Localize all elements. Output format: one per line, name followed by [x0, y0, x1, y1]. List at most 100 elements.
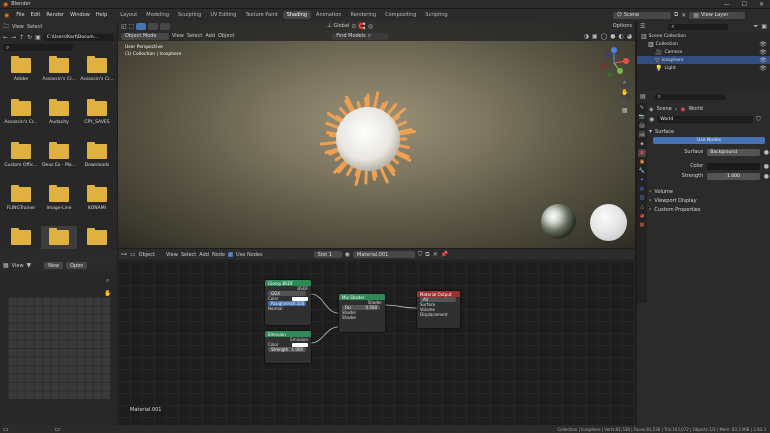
path-field[interactable]: C:\Users\Kart\Docum... [43, 34, 114, 41]
menu-file[interactable]: File [13, 12, 27, 18]
tab-texture-paint[interactable]: Texture Paint [241, 11, 281, 19]
tab-animation[interactable]: Animation [312, 11, 346, 19]
object-tab-icon[interactable]: ▣ [638, 158, 646, 166]
outliner-item-collection[interactable]: ▥ Collection 👁 [637, 40, 770, 48]
menu-help[interactable]: Help [93, 12, 110, 18]
uv-grid[interactable] [8, 297, 110, 399]
outliner-item-icosphere[interactable]: ▽ Icosphere 👁 [637, 56, 770, 64]
camera-view-icon[interactable]: 🎥 [621, 98, 628, 105]
delete-scene-icon[interactable]: ✕ [681, 12, 686, 19]
fb-view-menu[interactable]: View [12, 24, 24, 30]
vp-view-menu[interactable]: View [172, 33, 184, 39]
tab-layout[interactable]: Layout [116, 11, 141, 19]
panel-volume[interactable]: › Volume [649, 187, 769, 196]
filter-icon[interactable]: ⏷ [754, 23, 759, 31]
view-layer-tab-icon[interactable]: 🖼 [638, 131, 646, 139]
glossy-bsdf-node[interactable]: Glossy BSDF BSDF GGX Color Roughness 0.50… [265, 280, 311, 325]
folder-item[interactable]: FLINGTrainer [3, 183, 39, 226]
tab-modeling[interactable]: Modeling [142, 11, 173, 19]
forward-icon[interactable]: → [11, 34, 16, 41]
emission-color-swatch[interactable] [292, 342, 308, 347]
minimize-icon[interactable]: — [724, 1, 730, 8]
physics-tab-icon[interactable]: ◍ [638, 185, 646, 193]
world-strength-field[interactable]: 1.000 [707, 172, 760, 180]
shader-node-editor[interactable]: ⊶ ▭ Object View Select Add Node ✓ Use No… [118, 249, 635, 425]
view-layer-selector[interactable]: ▤ View Layer [689, 11, 746, 19]
menu-render[interactable]: Render [43, 12, 67, 18]
outliner-item-light[interactable]: 💡 Light 👁 [637, 64, 770, 72]
tab-shading[interactable]: Shading [282, 11, 312, 19]
maximize-icon[interactable]: ☐ [742, 1, 747, 8]
world-browse-icon[interactable]: ◉ [649, 116, 654, 123]
new-collection-icon[interactable]: ▣ [761, 23, 767, 30]
output-tab-icon[interactable]: 🖨 [638, 122, 646, 130]
shading-material-icon[interactable]: ◐ [619, 33, 624, 40]
outliner-search-input[interactable]: ⌕ [668, 23, 729, 30]
shading-solid-icon[interactable]: ● [610, 33, 615, 40]
outliner-scene-collection[interactable]: ▥ Scene Collection [637, 32, 770, 40]
refresh-icon[interactable]: ↻ [27, 34, 32, 41]
open-image-button[interactable]: Open [66, 262, 88, 269]
new-folder-icon[interactable]: ▣ [35, 34, 41, 41]
editor-type-icon[interactable]: 🗀 [3, 22, 9, 32]
select-mode-new-icon[interactable] [136, 22, 147, 30]
overlay-icon[interactable]: ◑ [584, 33, 589, 40]
mode-dropdown[interactable]: Object Mode [121, 32, 169, 40]
menu-edit[interactable]: Edit [28, 12, 44, 18]
folder-item[interactable]: Deus Ex - Ma... [41, 140, 77, 183]
folder-item[interactable]: Custom Offic... [3, 140, 39, 183]
data-tab-icon[interactable]: △ [638, 203, 646, 211]
properties-type-icon[interactable]: ▤ [640, 93, 646, 100]
tab-compositing[interactable]: Compositing [381, 11, 420, 19]
pan-hand-icon[interactable]: ✋ [621, 89, 628, 96]
folder-item[interactable]: KONAMI [79, 183, 115, 226]
snap-icon[interactable]: 🧲 [358, 23, 365, 30]
tab-scripting[interactable]: Scripting [421, 11, 451, 19]
ie-view-menu[interactable]: View [12, 263, 24, 269]
fb-search-input[interactable]: ⌕ [3, 44, 73, 51]
scene-selector[interactable]: ⛭ Scene [613, 11, 671, 19]
back-icon[interactable]: ← [3, 34, 8, 41]
vp-add-menu[interactable]: Add [205, 33, 215, 39]
modifier-tab-icon[interactable]: 🔧 [638, 167, 646, 175]
tab-uv-editing[interactable]: UV Editing [206, 11, 240, 19]
ie-zoom-icon[interactable]: ⌕ [104, 277, 111, 285]
tab-sculpting[interactable]: Sculpting [174, 11, 205, 19]
outliner-type-icon[interactable]: ☰ [640, 23, 645, 30]
shading-wire-icon[interactable]: ◯ [601, 33, 608, 40]
properties-search-input[interactable]: ⌕ [654, 93, 725, 100]
folder-item[interactable]: CPY_SAVES [79, 97, 115, 140]
surface-link-icon[interactable]: ● [764, 149, 769, 156]
fb-select-menu[interactable]: Select [27, 24, 42, 30]
scene-tab-icon[interactable]: ◈ [638, 140, 646, 148]
find-models-search[interactable]: Find Models ⌕ [332, 32, 389, 40]
xray-icon[interactable]: ▣ [592, 33, 598, 40]
world-name-field[interactable]: World [657, 116, 754, 123]
panel-custom-properties[interactable]: › Custom Properties [649, 205, 769, 214]
panel-viewport-display[interactable]: › Viewport Display [649, 196, 769, 205]
parent-folder-icon[interactable]: ↑ [19, 34, 24, 41]
material-output-node[interactable]: Material Output All Surface Volume Displ… [417, 291, 460, 328]
surface-panel-header[interactable]: ▾ Surface [649, 127, 769, 136]
copy-scene-icon[interactable]: ⧉ [674, 11, 678, 19]
world-use-nodes-button[interactable]: Use Nodes [653, 137, 765, 144]
3d-viewport[interactable]: ◱ ⬚ ⟂ Global ⊙ 🧲 ◎ Options Object Mode V… [118, 21, 635, 248]
glossy-color-swatch[interactable] [292, 296, 308, 301]
emission-node[interactable]: Emission Emission Color Strength 1.000 [265, 331, 311, 363]
tool-tab-icon[interactable]: ✎ [638, 104, 646, 112]
visibility-eye-icon[interactable]: 👁 [759, 65, 767, 72]
close-icon[interactable]: ✕ [759, 1, 764, 8]
folder-item[interactable]: Assassin's Cr... [3, 97, 39, 140]
visibility-eye-icon[interactable]: 👁 [759, 57, 767, 64]
material-tab-icon[interactable]: ◕ [638, 212, 646, 220]
select-mode-extend-icon[interactable] [148, 22, 159, 30]
emission-strength-field[interactable]: Strength 1.000 [268, 347, 306, 352]
surface-shader-dropdown[interactable]: Background [707, 148, 760, 156]
ie-pan-icon[interactable]: ✋ [104, 290, 111, 297]
image-editor-type-icon[interactable]: ▦ [3, 262, 9, 269]
texture-tab-icon[interactable]: ▩ [638, 221, 646, 229]
visibility-eye-icon[interactable]: 👁 [759, 41, 767, 48]
folder-item[interactable]: Audacity [41, 97, 77, 140]
vp-select-menu[interactable]: Select [187, 33, 202, 39]
menu-window[interactable]: Window [67, 12, 93, 18]
